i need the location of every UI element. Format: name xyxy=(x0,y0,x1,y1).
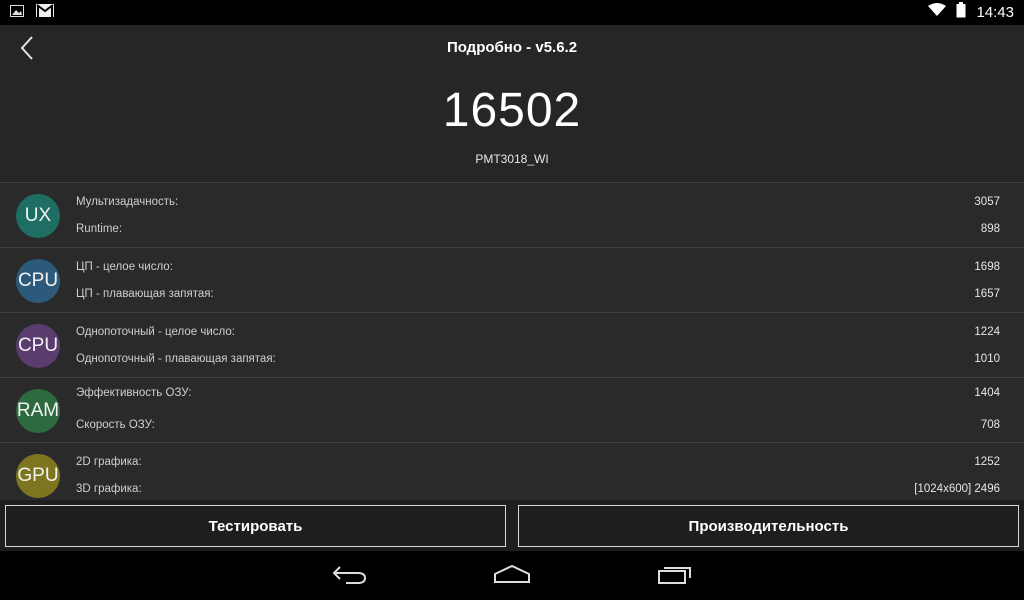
score-value: 1404 xyxy=(974,387,1000,399)
action-bar: Тестировать Производительность xyxy=(0,500,1024,551)
score-label: 2D графика: xyxy=(76,456,142,468)
wifi-icon xyxy=(928,3,947,22)
score-label: Однопоточный - целое число: xyxy=(76,326,235,338)
score-label: ЦП - целое число: xyxy=(76,261,173,273)
list-item: 3D графика: [1024x600] 2496 xyxy=(76,481,1000,497)
navigation-bar xyxy=(0,551,1024,600)
score-value: 3057 xyxy=(974,196,1000,208)
total-score: 16502 xyxy=(442,84,582,137)
ux-badge-icon: UX xyxy=(16,194,60,238)
battery-icon xyxy=(956,2,966,23)
home-icon xyxy=(493,564,531,589)
gmail-icon xyxy=(36,3,54,22)
score-value: 898 xyxy=(980,223,1000,235)
score-group-ram: RAM Эффективность ОЗУ: 1404 Скорость ОЗУ… xyxy=(0,377,1024,442)
cpu-single-badge-icon: CPU xyxy=(16,324,60,368)
score-value: 708 xyxy=(980,419,1000,431)
score-value: 1010 xyxy=(974,353,1000,365)
device-name: PMT3018_WI xyxy=(475,152,549,166)
score-label: ЦП - плавающая запятая: xyxy=(76,288,214,300)
test-button[interactable]: Тестировать xyxy=(5,505,506,547)
list-item: Эффективность ОЗУ: 1404 xyxy=(76,385,1000,401)
ram-badge-icon: RAM xyxy=(16,389,60,433)
list-item: 2D графика: 1252 xyxy=(76,454,1000,470)
nav-recent-apps-button[interactable] xyxy=(650,561,700,591)
gpu-badge-icon: GPU xyxy=(16,454,60,498)
score-label: 3D графика: xyxy=(76,483,142,495)
recent-apps-icon xyxy=(657,564,693,589)
score-list: UX Мультизадачность: 3057 Runtime: 898 C… xyxy=(0,182,1024,500)
score-group-cpu-single: CPU Однопоточный - целое число: 1224 Одн… xyxy=(0,312,1024,377)
list-item: Мультизадачность: 3057 xyxy=(76,194,1000,210)
score-group-ux: UX Мультизадачность: 3057 Runtime: 898 xyxy=(0,182,1024,247)
performance-button[interactable]: Производительность xyxy=(518,505,1019,547)
score-value: 1252 xyxy=(974,456,1000,468)
list-item: Однопоточный - целое число: 1224 xyxy=(76,324,1000,340)
score-label: Однопоточный - плавающая запятая: xyxy=(76,353,276,365)
page-title: Подробно - v5.6.2 xyxy=(446,39,578,56)
score-value: 1657 xyxy=(974,288,1000,300)
score-group-cpu: CPU ЦП - целое число: 1698 ЦП - плавающа… xyxy=(0,247,1024,312)
score-group-gpu: GPU 2D графика: 1252 3D графика: [1024x6… xyxy=(0,442,1024,502)
status-bar: 14:43 xyxy=(0,0,1024,25)
score-value: [1024x600] 2496 xyxy=(914,483,1000,495)
cpu-badge-icon: CPU xyxy=(16,259,60,303)
score-label: Runtime: xyxy=(76,223,123,235)
list-item: Скорость ОЗУ: 708 xyxy=(76,417,1000,433)
list-item: Однопоточный - плавающая запятая: 1010 xyxy=(76,351,1000,367)
header: Подробно - v5.6.2 16502 PMT3018_WI xyxy=(0,25,1024,182)
image-icon xyxy=(10,4,24,22)
score-value: 1698 xyxy=(974,261,1000,273)
score-label: Скорость ОЗУ: xyxy=(76,419,155,431)
back-arrow-icon xyxy=(332,564,368,589)
list-item: Runtime: 898 xyxy=(76,221,1000,237)
score-label: Мультизадачность: xyxy=(76,196,179,208)
status-time: 14:43 xyxy=(976,4,1014,21)
list-item: ЦП - плавающая запятая: 1657 xyxy=(76,286,1000,302)
score-label: Эффективность ОЗУ: xyxy=(76,387,192,399)
list-item: ЦП - целое число: 1698 xyxy=(76,259,1000,275)
score-value: 1224 xyxy=(974,326,1000,338)
nav-back-button[interactable] xyxy=(325,561,375,591)
nav-home-button[interactable] xyxy=(487,561,537,591)
